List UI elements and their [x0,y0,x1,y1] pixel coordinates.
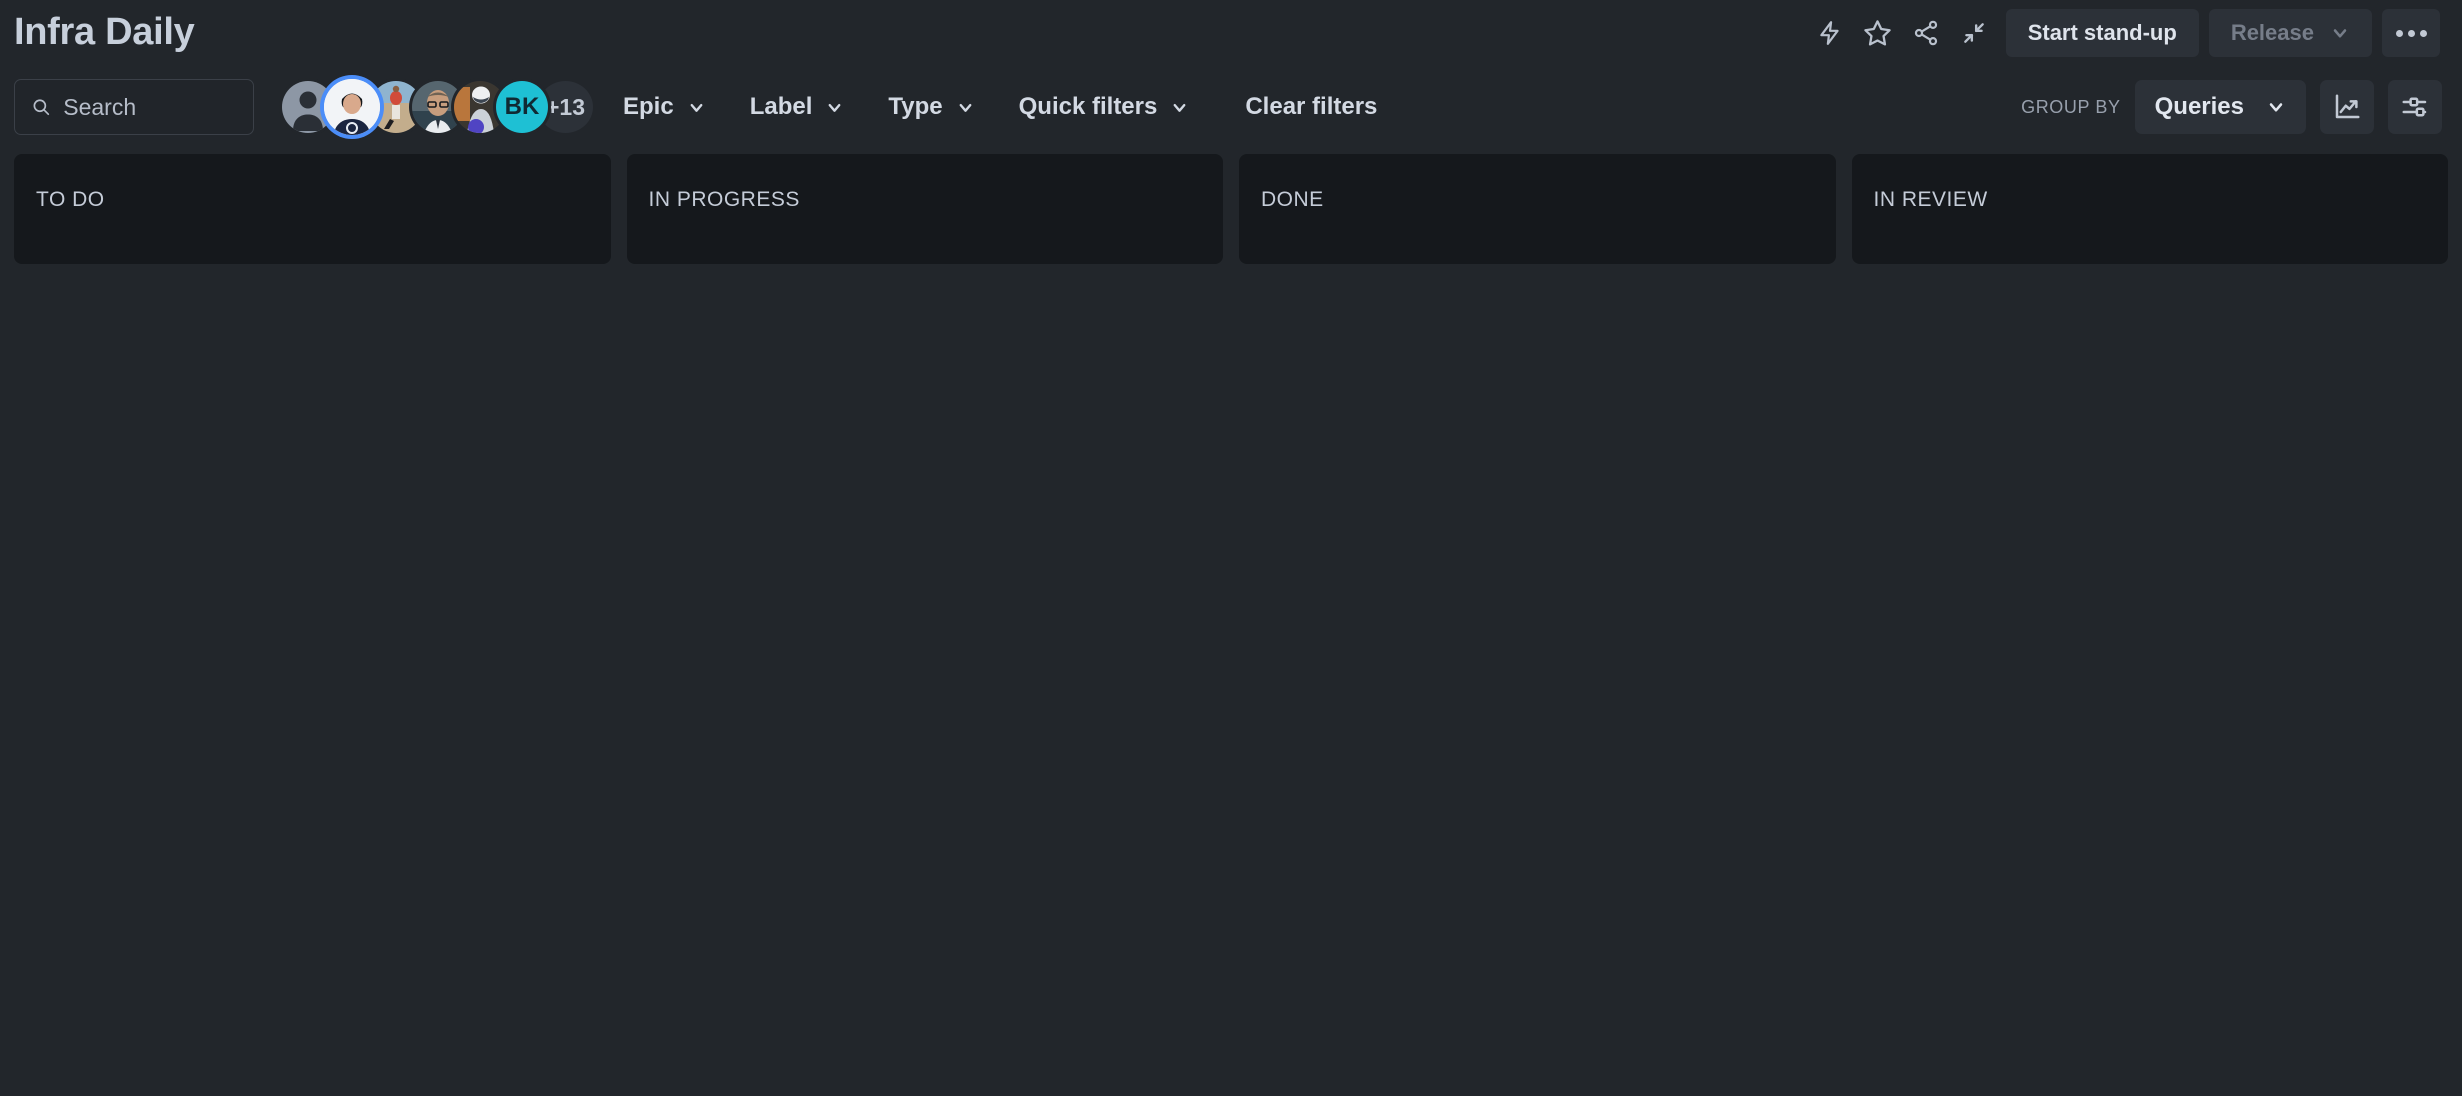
sliders-icon [2402,97,2427,117]
avatar-initials: BK [504,93,540,120]
insights-chart-icon [2335,94,2360,119]
group-by-section: GROUP BY Queries [2021,80,2442,134]
chevron-down-icon [2333,29,2347,38]
filter-epic-label: Epic [623,93,674,120]
insights-button[interactable] [2320,80,2374,134]
more-icon [2395,29,2427,37]
lightning-icon[interactable] [1808,11,1852,55]
avatar-member-1[interactable] [324,79,380,135]
filter-label[interactable]: Label [736,82,859,132]
more-actions-button[interactable] [2382,9,2440,57]
star-icon[interactable] [1856,11,1900,55]
filter-quick-filters-label: Quick filters [1018,93,1158,120]
share-icon[interactable] [1904,11,1948,55]
chevron-down-icon [690,103,703,112]
release-dropdown[interactable]: Release [2208,9,2372,57]
chevron-down-icon [828,103,841,112]
release-label: Release [2230,20,2314,45]
clear-filters-button[interactable]: Clear filters [1231,82,1391,132]
chevron-down-icon [2269,103,2283,112]
group-by-dropdown[interactable]: Queries [2134,80,2306,134]
group-by-value: Queries [2154,93,2244,120]
filter-label-label: Label [749,93,813,120]
top-bar: Infra Daily Start stand-up Release [0,0,2462,66]
column-title: IN PROGRESS [648,188,800,211]
start-standup-button[interactable]: Start stand-up [2005,9,2199,57]
avatar-photo [324,79,380,135]
avatar-group: BK +13 [278,79,594,135]
search-input[interactable] [63,93,237,121]
filter-bar: BK +13 Epic Label Type Quick filters Cle… [0,66,2462,148]
column-done[interactable]: DONE [1239,154,1836,264]
filter-quick-filters[interactable]: Quick filters [1005,82,1204,132]
column-to-do[interactable]: TO DO [14,154,611,264]
board-settings-button[interactable] [2388,80,2442,134]
page-title: Infra Daily [14,11,195,53]
filter-epic[interactable]: Epic [609,82,720,132]
collapse-icon[interactable] [1952,11,1996,55]
filter-type[interactable]: Type [874,82,988,132]
chevron-down-icon [959,103,972,112]
board-columns: TO DO IN PROGRESS DONE IN REVIEW [0,148,2462,264]
avatar-member-5[interactable]: BK [496,81,548,133]
column-in-review[interactable]: IN REVIEW [1851,154,2448,264]
filter-type-label: Type [888,93,943,120]
column-title: DONE [1261,188,1324,211]
top-bar-actions: Start stand-up Release [1808,9,2440,57]
search-box[interactable] [14,79,254,135]
search-icon [33,99,50,116]
chevron-down-icon [1173,103,1186,112]
column-title: IN REVIEW [1873,188,1988,211]
column-title: TO DO [36,188,105,211]
column-in-progress[interactable]: IN PROGRESS [626,154,1223,264]
group-by-label: GROUP BY [2021,96,2121,117]
